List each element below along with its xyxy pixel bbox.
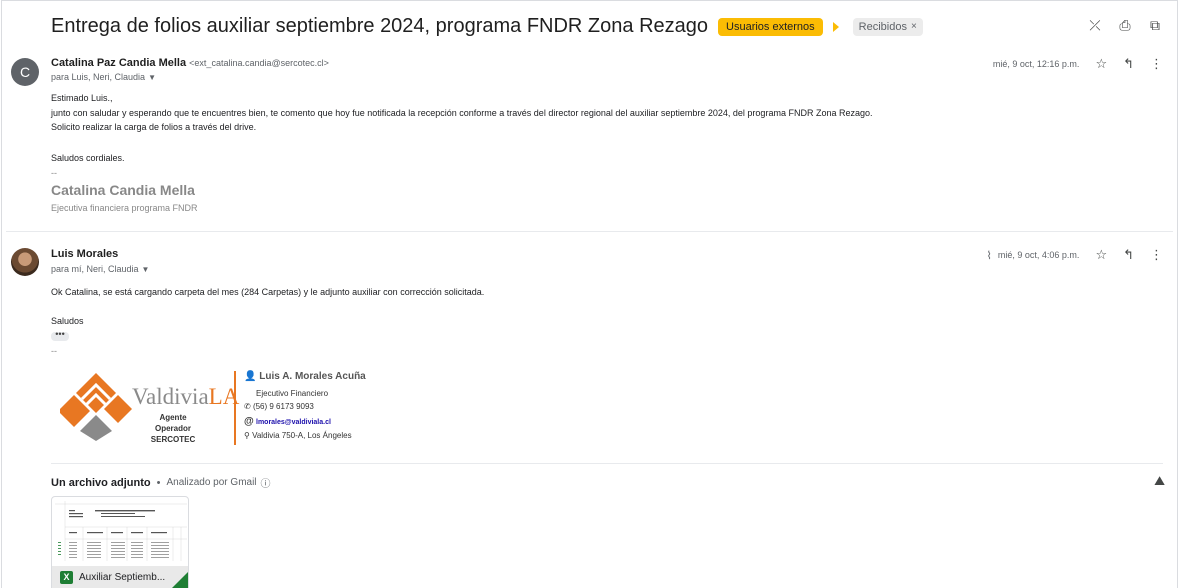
signature-address: ⚲ Valdivia 750-A, Los Ángeles <box>244 431 352 440</box>
attachment-file-name: Auxiliar Septiemb... <box>79 571 166 583</box>
signature-email-link[interactable]: lmorales@valdiviala.cl <box>256 419 331 426</box>
message-meta: ⌇ mié, 9 oct, 4:06 p.m. ☆ ↰ ⋮ <box>987 247 1163 263</box>
body-greeting: Estimado Luis., <box>51 93 113 103</box>
avatar[interactable]: C <box>11 58 39 86</box>
label-inbox-text: Recibidos <box>858 20 907 33</box>
signature-role: Ejecutiva financiera programa FNDR <box>51 203 198 213</box>
recipients-text: para mí, Neri, Claudia <box>51 264 139 274</box>
print-icon[interactable]: ⎙ <box>1117 17 1133 33</box>
sender-email: <ext_catalina.candia@sercotec.cl> <box>189 58 329 68</box>
attachment-footer: X Auxiliar Septiemb... <box>52 566 188 588</box>
brand-subtitle-line: SERCOTEC <box>150 435 196 444</box>
thread-actions: ⤫ ⎙ ⧉ <box>1087 17 1163 33</box>
recipients-toggle[interactable]: para Luis, Neri, Claudia ▼ <box>51 72 156 82</box>
message-date: mié, 9 oct, 12:16 p.m. <box>992 59 1080 69</box>
avatar[interactable] <box>11 248 39 276</box>
attachments-separator: • <box>156 476 161 489</box>
signature-contact-role: Ejecutivo Financiero <box>256 389 329 398</box>
signature-separator: -- <box>51 168 57 178</box>
star-icon[interactable]: ☆ <box>1095 247 1107 263</box>
person-icon: 👤 <box>244 371 257 382</box>
signature-email: @ lmorales@valdiviala.cl <box>244 416 331 427</box>
reply-icon[interactable]: ↰ <box>1123 247 1134 263</box>
message-date: mié, 9 oct, 4:06 p.m. <box>997 250 1080 260</box>
collapse-all-icon[interactable]: ⤫ <box>1087 17 1103 33</box>
star-icon[interactable]: ☆ <box>1095 56 1107 72</box>
brand-name-main: Valdivia <box>132 384 209 409</box>
message-divider <box>6 231 1173 232</box>
brand-subtitle-line: Agente Operador <box>154 413 191 433</box>
excel-file-icon: X <box>60 570 73 584</box>
body-closing: Saludos <box>51 316 84 326</box>
remove-label-icon[interactable]: × <box>911 20 917 34</box>
attachments-header: Un archivo adjunto • Analizado por Gmail… <box>51 475 271 491</box>
message-meta: mié, 9 oct, 12:16 p.m. ☆ ↰ ⋮ <box>993 56 1163 72</box>
signature-phone: ✆ (56) 9 6173 9093 <box>244 402 314 411</box>
open-new-window-icon[interactable]: ⧉ <box>1147 17 1163 33</box>
recipients-toggle[interactable]: para mí, Neri, Claudia ▼ <box>51 264 149 274</box>
brand-subtitle: Agente Operador SERCOTEC <box>142 412 204 445</box>
sheet-corner-icon <box>172 572 188 588</box>
email-subject: Entrega de folios auxiliar septiembre 20… <box>51 15 709 37</box>
signature-separator: -- <box>51 346 57 356</box>
signature-name: Catalina Candia Mella <box>51 182 195 198</box>
signature-contact-name: 👤 Luis A. Morales Acuña <box>244 371 366 382</box>
scanned-by-gmail: Analizado por Gmail <box>166 477 257 488</box>
recipients-text: para Luis, Neri, Claudia <box>51 72 146 82</box>
body-line: Solicito realizar la carga de folios a t… <box>51 122 257 132</box>
signature-logo-block: ValdiviaLA Agente Operador SERCOTEC 👤 Lu… <box>60 367 370 447</box>
body-line: Ok Catalina, se está cargando carpeta de… <box>51 287 485 297</box>
show-trimmed-content-button[interactable]: ••• <box>51 330 69 341</box>
signature-phone-text: (56) 9 6173 9093 <box>252 402 314 411</box>
chevron-down-icon[interactable]: ▼ <box>148 73 156 82</box>
more-options-icon[interactable]: ⋮ <box>1150 56 1163 72</box>
signature-address-text: Valdivia 750-A, Los Ángeles <box>252 431 352 440</box>
spreadsheet-thumbnail <box>55 501 187 561</box>
attachments-divider <box>51 463 1163 464</box>
importance-marker-icon[interactable] <box>832 21 839 32</box>
label-external-users[interactable]: Usuarios externos <box>718 17 823 36</box>
attachment-card[interactable]: X Auxiliar Septiemb... <box>51 496 189 588</box>
valdivia-logo-icon <box>60 373 132 441</box>
info-icon[interactable]: ⓘ <box>261 475 271 490</box>
sender-line: Catalina Paz Candia Mella <ext_catalina.… <box>51 57 329 69</box>
attachments-heading: Un archivo adjunto <box>51 476 151 489</box>
body-closing: Saludos cordiales. <box>51 153 125 163</box>
reply-icon[interactable]: ↰ <box>1123 56 1134 72</box>
label-inbox[interactable]: Recibidos × <box>852 17 923 36</box>
location-pin-icon: ⚲ <box>244 431 250 440</box>
body-line: junto con saludar y esperando que te enc… <box>51 108 873 118</box>
sender-line: Luis Morales <box>51 248 118 260</box>
phone-icon: ✆ <box>244 402 251 411</box>
chevron-down-icon[interactable]: ▼ <box>142 265 150 274</box>
sender-name[interactable]: Catalina Paz Candia Mella <box>51 57 186 69</box>
more-options-icon[interactable]: ⋮ <box>1150 247 1163 263</box>
subject-row: Entrega de folios auxiliar septiembre 20… <box>51 15 923 38</box>
add-to-drive-icon[interactable]: ⛰ <box>1154 473 1165 489</box>
email-thread: Entrega de folios auxiliar septiembre 20… <box>1 0 1178 588</box>
at-icon: @ <box>244 416 254 427</box>
sender-name[interactable]: Luis Morales <box>51 248 118 260</box>
attachment-icon: ⌇ <box>986 249 992 262</box>
signature-contact-name-text: Luis A. Morales Acuña <box>259 371 366 382</box>
signature-divider <box>234 371 236 445</box>
brand-name: ValdiviaLA <box>132 384 239 410</box>
